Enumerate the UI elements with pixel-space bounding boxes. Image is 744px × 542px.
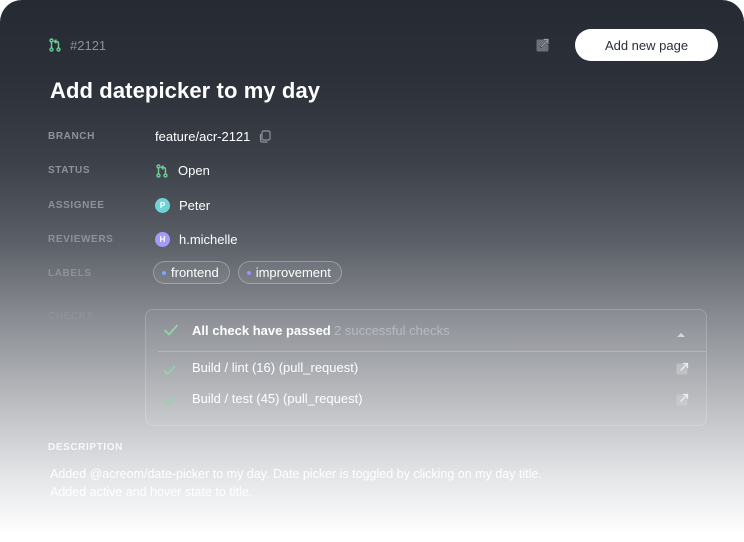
add-new-page-button[interactable]: Add new page [575,29,718,61]
open-external-icon[interactable] [675,361,690,376]
check-name: Build / test (45) (pull_request) [192,391,363,406]
branch-value: feature/acr-2121 [155,129,272,144]
open-external-icon[interactable] [675,392,690,407]
open-external-icon[interactable] [535,37,551,53]
chevron-up-icon[interactable] [676,326,686,344]
page-title: Add datepicker to my day [50,78,321,103]
check-row: Build / test (45) (pull_request) [146,390,706,410]
reviewer-name: h.michelle [179,232,238,247]
reviewers-label: REVIEWERS [48,234,114,245]
check-row: Build / lint (16) (pull_request) [146,359,706,379]
branch-name[interactable]: feature/acr-2121 [155,129,250,144]
checks-label: CHECKS [48,311,94,322]
label-chip[interactable]: frontend [153,261,230,284]
description-line: Added active and hover state to title. [50,485,253,499]
assignee-label: ASSIGNEE [48,200,105,211]
checks-panel: All check have passed 2 successful check… [145,309,707,426]
pull-request-card: #2121 Add new page Add datepicker to my … [0,0,744,542]
avatar: P [155,198,170,213]
label-text: frontend [171,265,219,280]
label-chip[interactable]: improvement [237,261,342,284]
status-label: STATUS [48,165,91,176]
checks-summary-title: All check have passed [192,323,331,338]
labels-label: LABELS [48,268,92,279]
label-dot [162,270,166,275]
check-name: Build / lint (16) (pull_request) [192,360,359,375]
branch-label: BRANCH [48,131,95,142]
labels-list: frontend improvement [153,261,342,284]
label-dot [246,270,251,275]
pull-request-icon [155,163,169,178]
check-icon [163,394,176,412]
description-line: Added @acreom/date-picker to my day. Dat… [50,467,542,481]
pr-number: #2121 [70,37,107,53]
avatar: H [155,232,170,247]
check-icon [163,323,179,342]
pr-header: #2121 [48,36,106,54]
assignee-name: Peter [179,198,211,213]
check-icon [163,363,176,381]
pull-request-icon [48,38,62,52]
checks-summary[interactable]: All check have passed 2 successful check… [146,310,706,351]
description-text[interactable]: Added @acreom/date-picker to my day. Dat… [50,465,650,501]
status-text: Open [178,163,210,178]
label-text: improvement [255,265,331,280]
status-value: Open [155,163,210,178]
copy-icon[interactable] [258,130,272,143]
assignee-value[interactable]: P Peter [155,198,210,213]
divider [158,351,706,352]
checks-summary-count: 2 successful checks [334,323,450,338]
reviewers-value[interactable]: H h.michelle [155,232,238,247]
description-label: DESCRIPTION [48,442,123,453]
